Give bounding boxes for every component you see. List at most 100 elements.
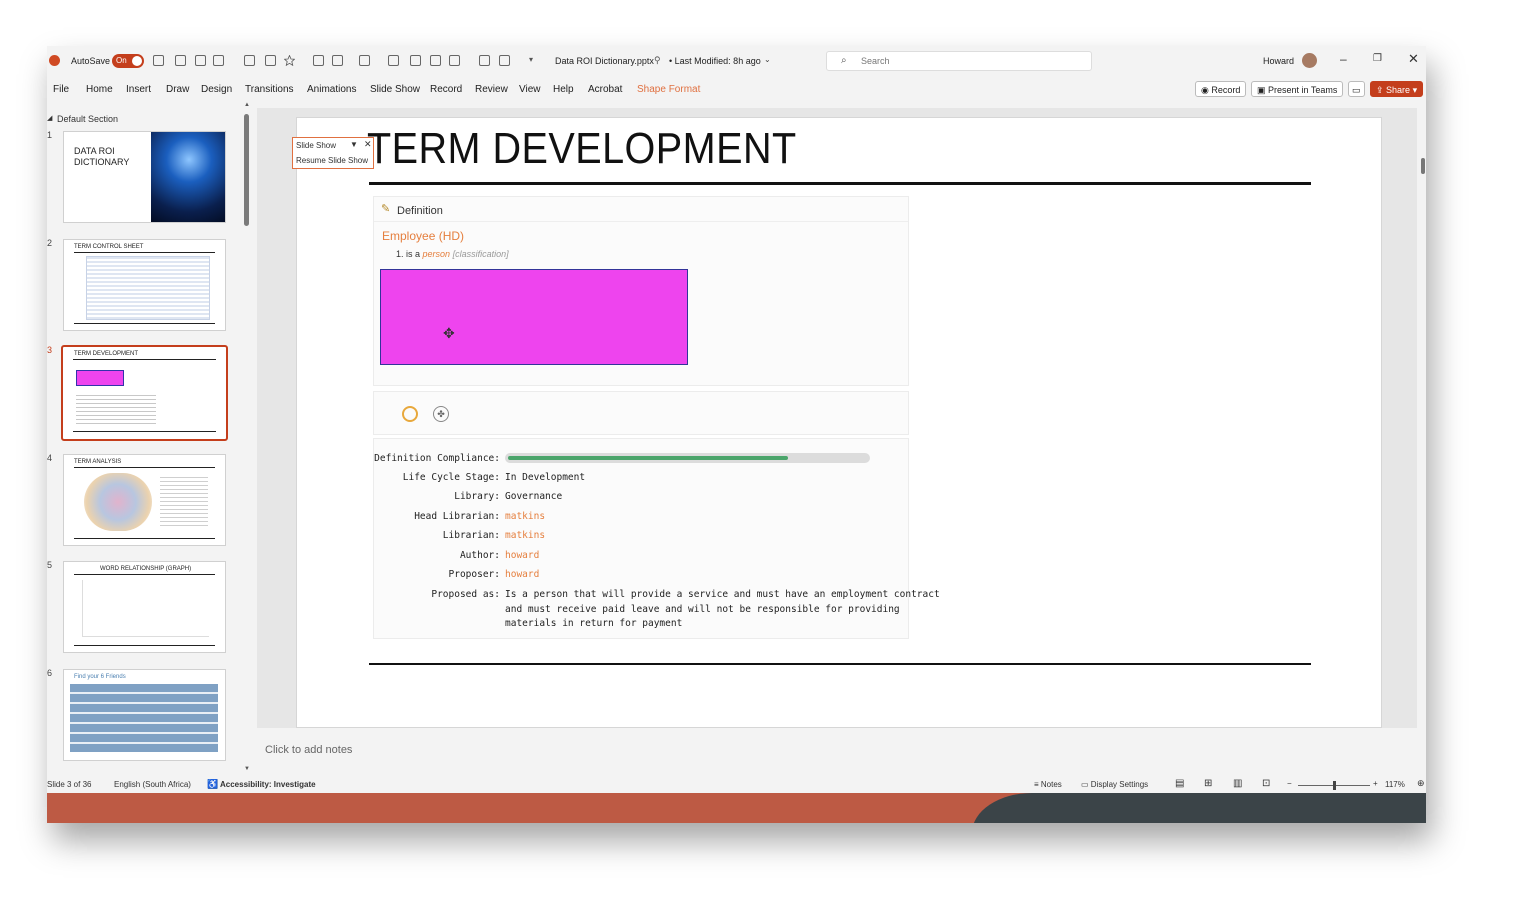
field-label: Head Librarian: xyxy=(414,511,500,522)
definition-link[interactable]: person xyxy=(423,249,451,259)
restore-icon[interactable]: ❐ xyxy=(1373,53,1382,64)
share-button[interactable]: ⇪ Share ▾ xyxy=(1370,81,1424,97)
comments-button[interactable]: ▭ xyxy=(1348,81,1365,97)
new-file-icon[interactable] xyxy=(175,55,186,66)
tab-home[interactable]: Home xyxy=(86,84,113,95)
tab-record[interactable]: Record xyxy=(430,84,462,95)
zoom-in-icon[interactable]: + xyxy=(1373,779,1378,788)
accessibility-status[interactable]: Accessibility: Investigate xyxy=(220,780,316,789)
slide-thumbnail-4[interactable]: TERM ANALYSIS xyxy=(63,454,226,546)
dropdown-icon[interactable]: ▼ xyxy=(350,140,358,149)
tab-acrobat[interactable]: Acrobat xyxy=(588,84,622,95)
paint-icon[interactable] xyxy=(410,55,421,66)
open-icon[interactable] xyxy=(195,55,206,66)
autosave-toggle[interactable]: On xyxy=(112,54,144,68)
slide-sorter-icon[interactable]: ⊞ xyxy=(1204,778,1212,789)
tab-help[interactable]: Help xyxy=(553,84,574,95)
avatar[interactable] xyxy=(1302,53,1317,68)
resume-slideshow-link[interactable]: Resume Slide Show xyxy=(296,156,368,165)
library-value: Governance xyxy=(505,491,563,502)
group-icon[interactable] xyxy=(449,55,460,66)
slide-thumbnail-5[interactable]: WORD RELATIONSHIP (GRAPH) xyxy=(63,561,226,653)
tab-slide-show[interactable]: Slide Show xyxy=(370,84,420,95)
zoom-level[interactable]: 117% xyxy=(1385,780,1405,789)
last-modified[interactable]: • Last Modified: 8h ago xyxy=(669,56,761,66)
slides-pane-scrollbar[interactable]: ▲ ▼ xyxy=(244,102,250,776)
scroll-down-icon[interactable]: ▼ xyxy=(244,766,250,772)
thumb-shape xyxy=(76,370,124,386)
librarian-link[interactable]: matkins xyxy=(505,530,545,541)
term-name[interactable]: Employee (HD) xyxy=(382,229,464,243)
display-settings-button[interactable]: ▭ Display Settings xyxy=(1081,780,1148,789)
search-box[interactable]: ⌕ Search xyxy=(826,51,1092,71)
collapse-section-icon[interactable]: ◢ xyxy=(47,114,52,122)
tab-draw[interactable]: Draw xyxy=(166,84,189,95)
star-icon[interactable] xyxy=(283,54,296,67)
editor-scrollbar[interactable] xyxy=(1421,158,1425,174)
slide-number: 2 xyxy=(47,238,53,248)
tab-animations[interactable]: Animations xyxy=(307,84,356,95)
slide-thumbnail-6[interactable]: Find your 6 Friends xyxy=(63,669,226,761)
strikethrough-icon[interactable] xyxy=(388,55,399,66)
field-label: Proposer: xyxy=(448,569,500,580)
slide-thumbnail-3[interactable]: TERM DEVELOPMENT xyxy=(61,345,228,441)
slideshow-view-icon[interactable]: ⊡ xyxy=(1262,778,1270,789)
tab-insert[interactable]: Insert xyxy=(126,84,151,95)
tab-view[interactable]: View xyxy=(519,84,541,95)
zoom-slider[interactable] xyxy=(1298,781,1370,790)
arrange-icon[interactable] xyxy=(499,55,510,66)
notes-pane[interactable]: Click to add notes xyxy=(257,729,1417,769)
proposer-link[interactable]: howard xyxy=(505,569,539,580)
layout-icon[interactable] xyxy=(213,55,224,66)
slide-thumbnail-1[interactable]: DATA ROI DICTIONARY xyxy=(63,131,226,223)
desktop-background xyxy=(47,793,1426,823)
thumb-title: DATA ROI DICTIONARY xyxy=(74,146,130,167)
calendar-icon[interactable] xyxy=(430,55,441,66)
slides-pane: ◢ Default Section 1 DATA ROI DICTIONARY … xyxy=(47,108,252,778)
save-icon[interactable] xyxy=(153,55,164,66)
life-cycle-value: In Development xyxy=(505,472,586,483)
author-link[interactable]: howard xyxy=(505,550,539,561)
tab-design[interactable]: Design xyxy=(201,84,232,95)
language[interactable]: English (South Africa) xyxy=(114,780,191,789)
field-label: Librarian: xyxy=(442,530,500,541)
present-in-teams-button[interactable]: ▣ Present in Teams xyxy=(1251,81,1344,97)
align-icon[interactable] xyxy=(332,55,343,66)
scroll-up-icon[interactable]: ▲ xyxy=(244,102,250,108)
scrollbar-thumb[interactable] xyxy=(244,114,249,226)
notes-button[interactable]: ≡ Notes xyxy=(1034,780,1062,789)
reading-view-icon[interactable]: ▥ xyxy=(1233,778,1242,789)
close-popup-icon[interactable]: ✕ xyxy=(364,139,372,150)
slide-thumbnail-2[interactable]: TERM CONTROL SHEET xyxy=(63,239,226,331)
notes-placeholder: Click to add notes xyxy=(265,744,353,756)
slide-title[interactable]: TERM DEVELOPMENT xyxy=(367,124,797,174)
thumb-list xyxy=(160,477,208,529)
tab-review[interactable]: Review xyxy=(475,84,508,95)
tab-shape-format[interactable]: Shape Format xyxy=(637,84,700,95)
share-circle-icon[interactable]: ✤ xyxy=(433,406,449,422)
section-title[interactable]: Default Section xyxy=(57,114,118,124)
normal-view-icon[interactable]: ▤ xyxy=(1175,778,1184,789)
magenta-shape[interactable]: ✥ xyxy=(380,269,688,365)
slide-canvas[interactable]: TERM DEVELOPMENT ✎ Definition Employee (… xyxy=(296,117,1382,728)
zoom-out-icon[interactable]: − xyxy=(1287,779,1292,788)
presenter-icon[interactable] xyxy=(244,55,255,66)
close-icon[interactable]: ✕ xyxy=(1408,51,1419,67)
align-left-icon[interactable] xyxy=(359,55,370,66)
minimize-icon[interactable]: – xyxy=(1340,52,1347,66)
head-librarian-link[interactable]: matkins xyxy=(505,511,545,522)
chart-icon[interactable] xyxy=(313,55,324,66)
slideshow-popup: Slide Show ▼ ✕ Resume Slide Show xyxy=(292,137,374,169)
slideshow-popup-title: Slide Show xyxy=(296,141,337,150)
fit-slide-icon[interactable]: ⊕ xyxy=(1417,778,1425,789)
record-button[interactable]: ◉ Record xyxy=(1195,81,1247,97)
slideshow-icon[interactable] xyxy=(265,55,276,66)
tab-transitions[interactable]: Transitions xyxy=(245,84,294,95)
circle-icon[interactable] xyxy=(402,406,418,422)
thumb-grid xyxy=(70,684,218,752)
tab-file[interactable]: File xyxy=(53,84,69,95)
customize-qat-icon[interactable]: ▾ xyxy=(529,55,533,64)
copy-icon[interactable] xyxy=(479,55,490,66)
zoom-slider-thumb[interactable] xyxy=(1333,781,1336,790)
title-divider xyxy=(369,182,1311,185)
